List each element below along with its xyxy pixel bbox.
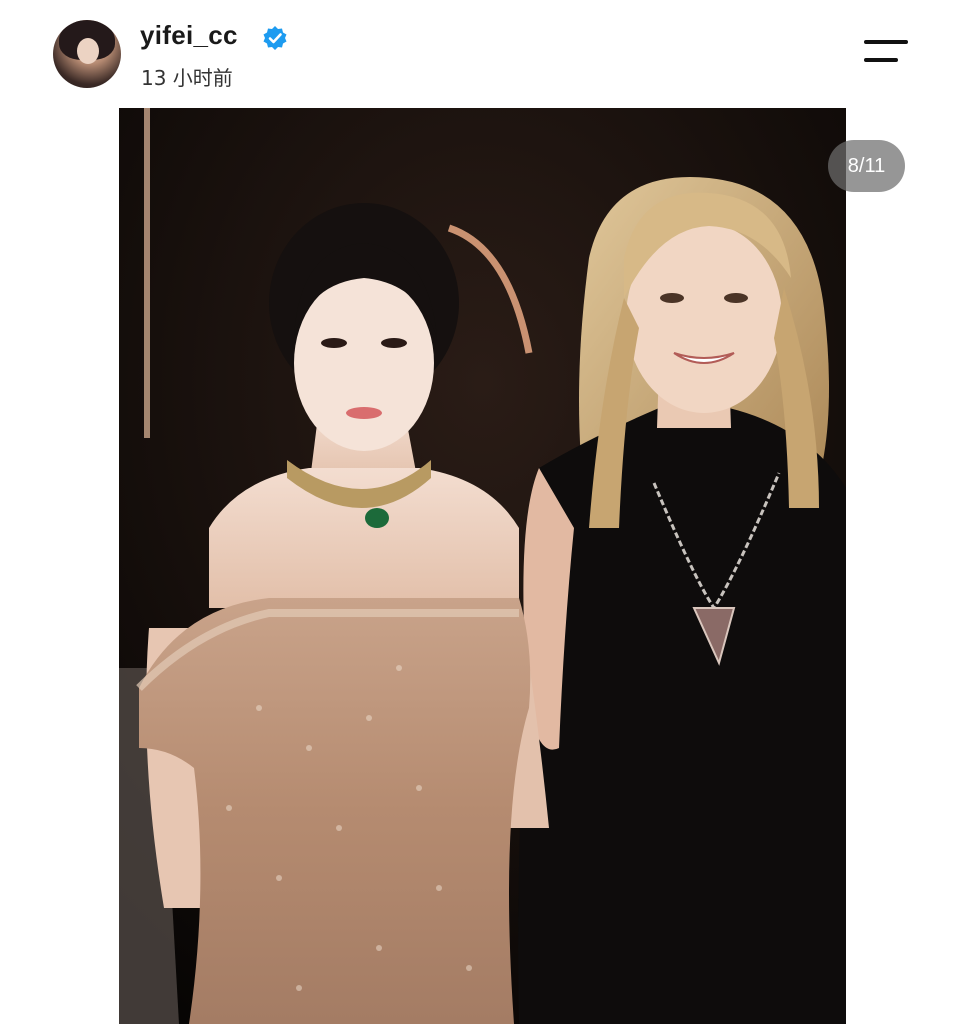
carousel-counter: 8/11 [828,140,905,192]
verified-badge-icon [263,26,287,50]
photo-illustration [119,108,846,1024]
hamburger-menu-icon[interactable] [864,38,910,66]
avatar[interactable] [53,20,121,88]
username[interactable]: yifei_cc [140,20,238,51]
menu-line [864,40,908,44]
post-timestamp: 13 小时前 [141,66,233,90]
post-header: yifei_cc 13 小时前 [0,0,954,100]
post-photo[interactable] [119,108,846,1024]
menu-line [864,58,898,62]
avatar-face [77,38,99,64]
